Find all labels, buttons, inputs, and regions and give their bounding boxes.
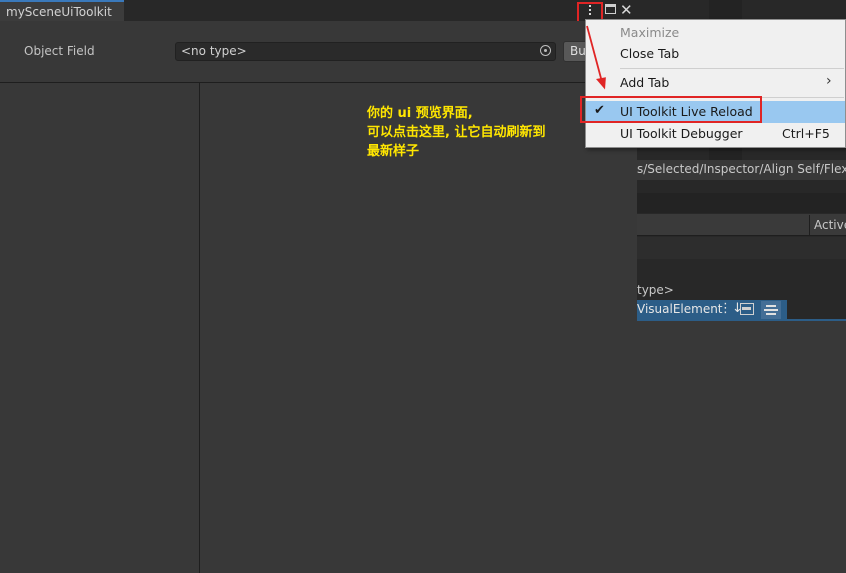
annotation-line: 你的 ui 预览界面,: [367, 106, 473, 121]
background-strip: [637, 237, 846, 259]
menu-item-debugger[interactable]: UI Toolkit Debugger Ctrl+F5: [586, 123, 845, 145]
column-header-active[interactable]: Active: [814, 218, 846, 232]
menu-item-label: Add Tab: [620, 75, 670, 90]
object-field[interactable]: <no type>: [175, 42, 556, 61]
visual-element-label: VisualElement: [637, 302, 723, 316]
annotation-highlight-live-reload: [580, 96, 762, 123]
tab-myscene-ui-toolkit[interactable]: mySceneUiToolkit: [0, 0, 124, 21]
background-type-text: type>: [637, 283, 674, 297]
vertical-divider[interactable]: [199, 83, 200, 573]
menu-item-maximize: Maximize: [586, 22, 845, 44]
menu-item-add-tab[interactable]: Add Tab ›: [586, 72, 845, 94]
layout-icon[interactable]: [740, 303, 754, 315]
menu-item-label: Close Tab: [620, 46, 680, 61]
horizontal-divider: [0, 82, 637, 83]
background-bar: [637, 193, 846, 213]
chevron-right-icon: ›: [826, 73, 832, 89]
visual-element-row[interactable]: VisualElement ⋮↓: [637, 300, 787, 319]
editor-window: [0, 0, 637, 573]
maximize-icon[interactable]: [605, 4, 616, 14]
annotation-line: 可以点击这里, 让它自动刷新到: [367, 125, 546, 140]
menu-item-shortcut: Ctrl+F5: [782, 126, 830, 141]
menu-item-close-tab[interactable]: Close Tab: [586, 43, 845, 65]
object-field-value: <no type>: [181, 44, 247, 58]
background-path-bar: s/Selected/Inspector/Align Self/Flex: [637, 160, 846, 180]
annotation-note: 你的 ui 预览界面, 可以点击这里, 让它自动刷新到 最新样子: [367, 104, 545, 161]
annotation-line: 最新样子: [367, 144, 420, 159]
annotation-arrow: [586, 25, 606, 90]
background-path-text: s/Selected/Inspector/Align Self/Flex: [637, 162, 846, 176]
menu-separator: [620, 68, 844, 69]
align-icon[interactable]: [761, 301, 781, 319]
background-content: [637, 321, 846, 573]
menu-item-label: Maximize: [620, 25, 680, 40]
context-menu: Maximize Close Tab Add Tab › ✔ UI Toolki…: [585, 19, 846, 148]
tab-title: mySceneUiToolkit: [6, 5, 112, 19]
close-icon[interactable]: ✕: [620, 0, 633, 20]
column-separator: [809, 215, 810, 235]
object-picker-icon[interactable]: [540, 45, 551, 56]
object-field-label: Object Field: [24, 44, 95, 58]
menu-item-label: UI Toolkit Debugger: [620, 126, 743, 141]
